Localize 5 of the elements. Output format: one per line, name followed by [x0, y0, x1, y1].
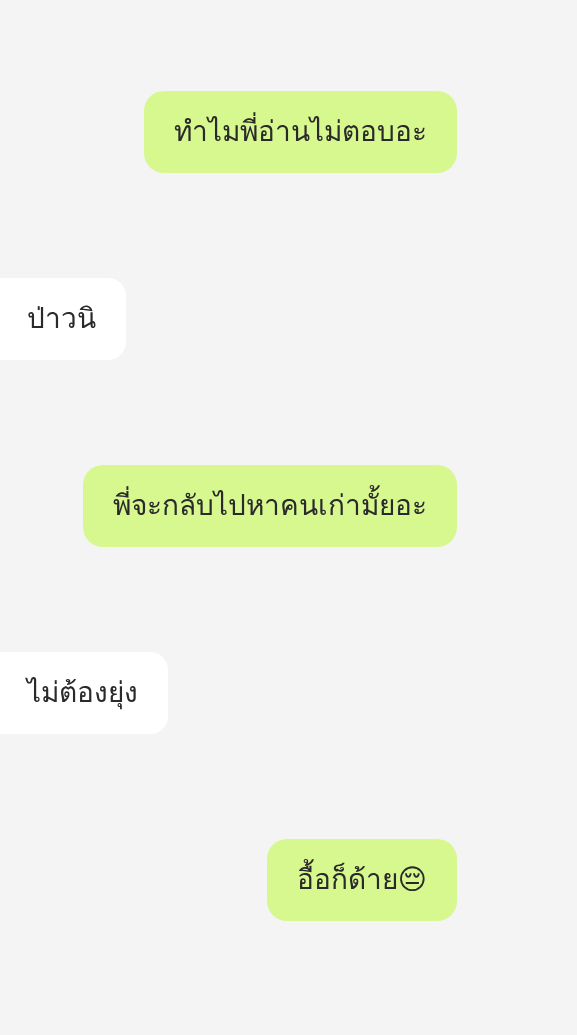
received-message-bubble: ไม่ต้องยุ่ง [0, 652, 168, 734]
received-message-bubble: ป่าวนิ [0, 278, 126, 360]
sent-message-bubble: ทำไมพี่อ่านไม่ตอบอะ [144, 91, 457, 173]
sent-message-bubble: พี่จะกลับไปหาคนเก่ามั้ยอะ [83, 465, 457, 547]
sent-message-bubble: อื้อก็ด้าย😔 [266, 839, 457, 921]
